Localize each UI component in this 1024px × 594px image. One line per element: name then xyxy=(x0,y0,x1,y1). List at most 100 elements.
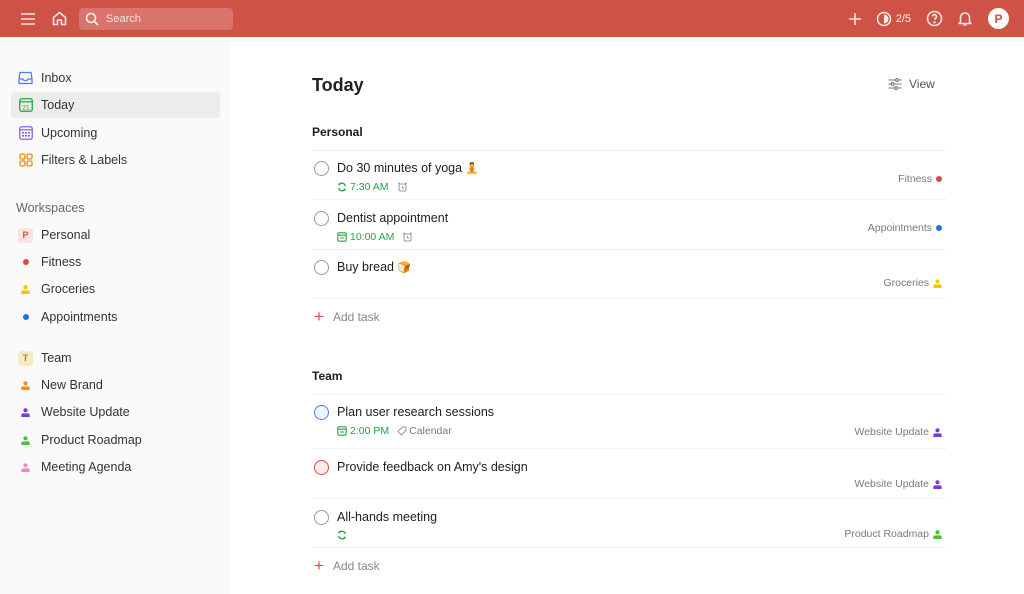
add-icon[interactable] xyxy=(844,8,866,30)
task-item[interactable]: Provide feedback on Amy's design Website… xyxy=(312,460,946,500)
dot-icon xyxy=(936,176,942,182)
task-checkbox[interactable] xyxy=(314,260,329,275)
workspace-label: Team xyxy=(41,351,72,365)
sidebar-project-new-brand[interactable]: New Brand xyxy=(11,373,220,397)
task-project[interactable]: Fitness xyxy=(898,173,942,185)
task-project-label: Website Update xyxy=(854,426,929,438)
person-icon xyxy=(933,427,942,437)
sidebar-project-appointments[interactable]: Appointments xyxy=(11,305,220,329)
page-title: Today xyxy=(312,75,364,95)
recurring-icon xyxy=(337,182,347,192)
divider xyxy=(312,448,946,449)
task-emoji: 🧘 xyxy=(465,163,479,175)
inbox-icon xyxy=(18,71,33,86)
task-due[interactable]: 2:00 PM xyxy=(337,425,389,437)
avatar[interactable]: P xyxy=(988,8,1009,29)
search-input[interactable] xyxy=(106,12,226,25)
sidebar-item-inbox[interactable]: Inbox xyxy=(11,65,220,91)
person-icon xyxy=(18,433,33,448)
calendar-icon xyxy=(337,426,347,436)
project-label: Website Update xyxy=(41,405,130,419)
task-label[interactable]: Calendar xyxy=(409,425,452,437)
project-label: Meeting Agenda xyxy=(41,460,132,474)
task-project[interactable]: Appointments xyxy=(868,222,942,234)
task-project-label: Product Roadmap xyxy=(844,528,929,540)
sidebar-item-today[interactable]: 21 Today xyxy=(11,92,220,118)
task-item[interactable]: Dentist appointment 10:00 AM Appointment… xyxy=(312,211,946,251)
task-project[interactable]: Product Roadmap xyxy=(844,528,942,540)
task-checkbox[interactable] xyxy=(314,460,329,475)
workspace-team[interactable]: T Team xyxy=(11,346,220,370)
divider xyxy=(312,498,946,499)
task-item[interactable]: Plan user research sessions 2:00 PM Cale… xyxy=(312,405,946,445)
view-label: View xyxy=(909,77,935,91)
sidebar-item-label: Inbox xyxy=(41,71,72,85)
task-checkbox[interactable] xyxy=(314,510,329,525)
task-name: All-hands meeting xyxy=(337,510,438,524)
menu-icon[interactable] xyxy=(17,8,39,30)
sidebar-project-fitness[interactable]: Fitness xyxy=(11,250,220,274)
dot-icon xyxy=(18,310,33,325)
help-icon[interactable] xyxy=(923,8,945,30)
add-task-button[interactable]: + Add task xyxy=(314,307,380,326)
group-title-team: Team xyxy=(312,369,343,383)
workspace-personal[interactable]: P Personal xyxy=(11,223,220,247)
sidebar-item-label: Today xyxy=(41,98,75,112)
search-icon xyxy=(85,12,99,26)
task-name: Do 30 minutes of yoga xyxy=(337,161,463,175)
task-name: Plan user research sessions xyxy=(337,405,495,419)
person-icon xyxy=(933,529,942,539)
karma-progress: 2/5 xyxy=(895,12,911,25)
task-checkbox[interactable] xyxy=(314,211,329,226)
person-icon xyxy=(933,479,942,489)
project-label: Appointments xyxy=(41,310,118,324)
person-icon xyxy=(933,278,942,288)
task-checkbox[interactable] xyxy=(314,161,329,176)
person-icon xyxy=(18,378,33,393)
divider xyxy=(312,150,946,151)
sidebar-project-meeting-agenda[interactable]: Meeting Agenda xyxy=(11,455,220,479)
workspace-label: Personal xyxy=(41,228,91,242)
sidebar-item-label: Filters & Labels xyxy=(41,153,128,167)
view-button[interactable]: View xyxy=(888,77,935,91)
person-icon xyxy=(18,282,33,297)
productivity-icon xyxy=(876,11,891,26)
calendar-today-icon: 21 xyxy=(18,98,33,113)
search-bar[interactable] xyxy=(79,7,233,30)
task-name: Dentist appointment xyxy=(337,211,449,225)
task-project[interactable]: Website Update xyxy=(854,426,942,438)
top-bar: 2/5 P xyxy=(0,0,1024,37)
divider xyxy=(312,249,946,250)
label-icon xyxy=(397,426,407,436)
dot-icon xyxy=(936,225,942,231)
task-item[interactable]: Do 30 minutes of yoga 🧘 7:30 AM Fitness xyxy=(312,161,946,201)
task-due[interactable]: 7:30 AM xyxy=(337,181,389,193)
workspace-badge: T xyxy=(18,350,33,366)
calendar-icon xyxy=(337,232,347,242)
group-title-personal: Personal xyxy=(312,125,363,139)
add-task-button[interactable]: + Add task xyxy=(314,557,380,574)
task-recurring[interactable] xyxy=(337,530,350,540)
task-item[interactable]: All-hands meeting Product Roadmap xyxy=(312,510,946,550)
task-due[interactable]: 10:00 AM xyxy=(337,231,394,243)
sidebar: Inbox 21 Today Upcoming Filters & Labels… xyxy=(0,37,230,594)
sidebar-item-filters-labels[interactable]: Filters & Labels xyxy=(11,147,220,173)
bell-icon[interactable] xyxy=(954,8,976,30)
task-project[interactable]: Groceries xyxy=(883,277,942,289)
task-item[interactable]: Buy bread 🍞 Groceries xyxy=(312,260,946,300)
task-checkbox[interactable] xyxy=(314,405,329,420)
home-icon[interactable] xyxy=(48,8,70,30)
task-project-label: Groceries xyxy=(883,277,929,289)
divider xyxy=(312,547,946,548)
recurring-icon xyxy=(337,530,347,540)
sidebar-project-groceries[interactable]: Groceries xyxy=(11,277,220,301)
sidebar-item-upcoming[interactable]: Upcoming xyxy=(11,120,220,146)
sliders-icon xyxy=(888,78,902,90)
sidebar-project-product-roadmap[interactable]: Product Roadmap xyxy=(11,428,220,452)
divider xyxy=(312,199,946,200)
task-project[interactable]: Website Update xyxy=(854,478,942,490)
productivity-button[interactable]: 2/5 xyxy=(876,11,911,27)
divider xyxy=(312,394,946,395)
sidebar-project-website-update[interactable]: Website Update xyxy=(11,400,220,424)
plus-icon: + xyxy=(314,307,324,326)
